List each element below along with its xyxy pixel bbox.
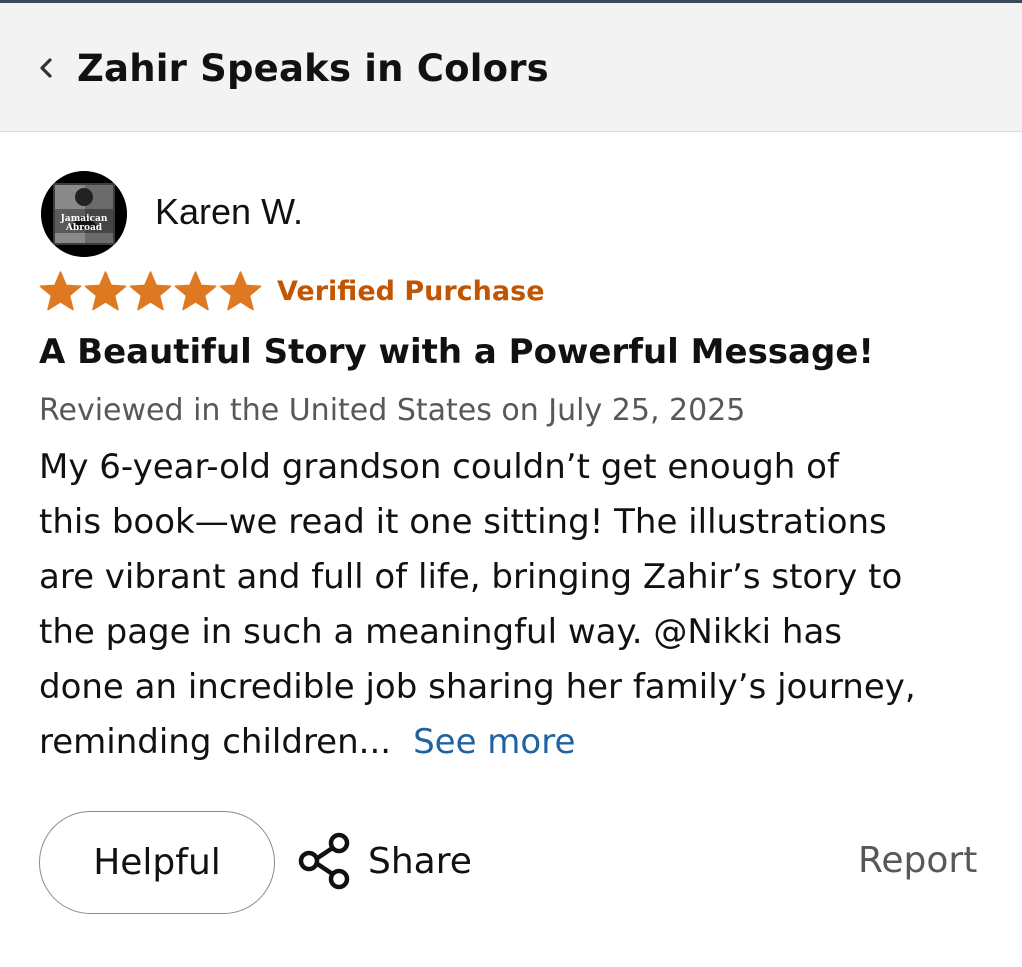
review-body: My 6-year-old grandson couldn’t get enou… bbox=[39, 440, 999, 770]
share-button[interactable]: Share bbox=[296, 830, 472, 892]
page-title: Zahir Speaks in Colors bbox=[77, 47, 549, 90]
review-body-last-line: reminding children... See more bbox=[39, 715, 999, 770]
avatar[interactable]: Jamaican Abroad bbox=[41, 171, 127, 257]
page-header: Zahir Speaks in Colors bbox=[0, 3, 1022, 132]
review-body-line: reminding children... bbox=[39, 722, 392, 762]
star-icon bbox=[38, 270, 83, 312]
chevron-left-icon bbox=[38, 57, 54, 83]
review-meta: Reviewed in the United States on July 25… bbox=[39, 393, 746, 428]
rating-row: Verified Purchase bbox=[38, 268, 545, 314]
review-body-line: the page in such a meaningful way. @Nikk… bbox=[39, 612, 843, 652]
star-rating bbox=[38, 270, 263, 312]
review-body-line: are vibrant and full of life, bringing Z… bbox=[39, 557, 903, 597]
review-body-line: done an incredible job sharing her famil… bbox=[39, 667, 916, 707]
review-title: A Beautiful Story with a Powerful Messag… bbox=[39, 332, 874, 372]
avatar-text-2: Abroad bbox=[65, 223, 103, 233]
see-more-link[interactable]: See more bbox=[413, 722, 575, 762]
share-label: Share bbox=[368, 840, 472, 882]
review-body-line: this book—we read it one sitting! The il… bbox=[39, 502, 887, 542]
report-link[interactable]: Report bbox=[858, 840, 977, 881]
helpful-button[interactable]: Helpful bbox=[39, 811, 275, 914]
review-body-line: My 6-year-old grandson couldn’t get enou… bbox=[39, 447, 839, 487]
star-icon bbox=[218, 270, 263, 312]
share-icon bbox=[296, 830, 354, 892]
star-icon bbox=[173, 270, 218, 312]
star-icon bbox=[83, 270, 128, 312]
reviewer-name[interactable]: Karen W. bbox=[155, 191, 303, 233]
star-icon bbox=[128, 270, 173, 312]
back-button[interactable] bbox=[34, 55, 58, 85]
verified-purchase-badge: Verified Purchase bbox=[277, 275, 545, 307]
